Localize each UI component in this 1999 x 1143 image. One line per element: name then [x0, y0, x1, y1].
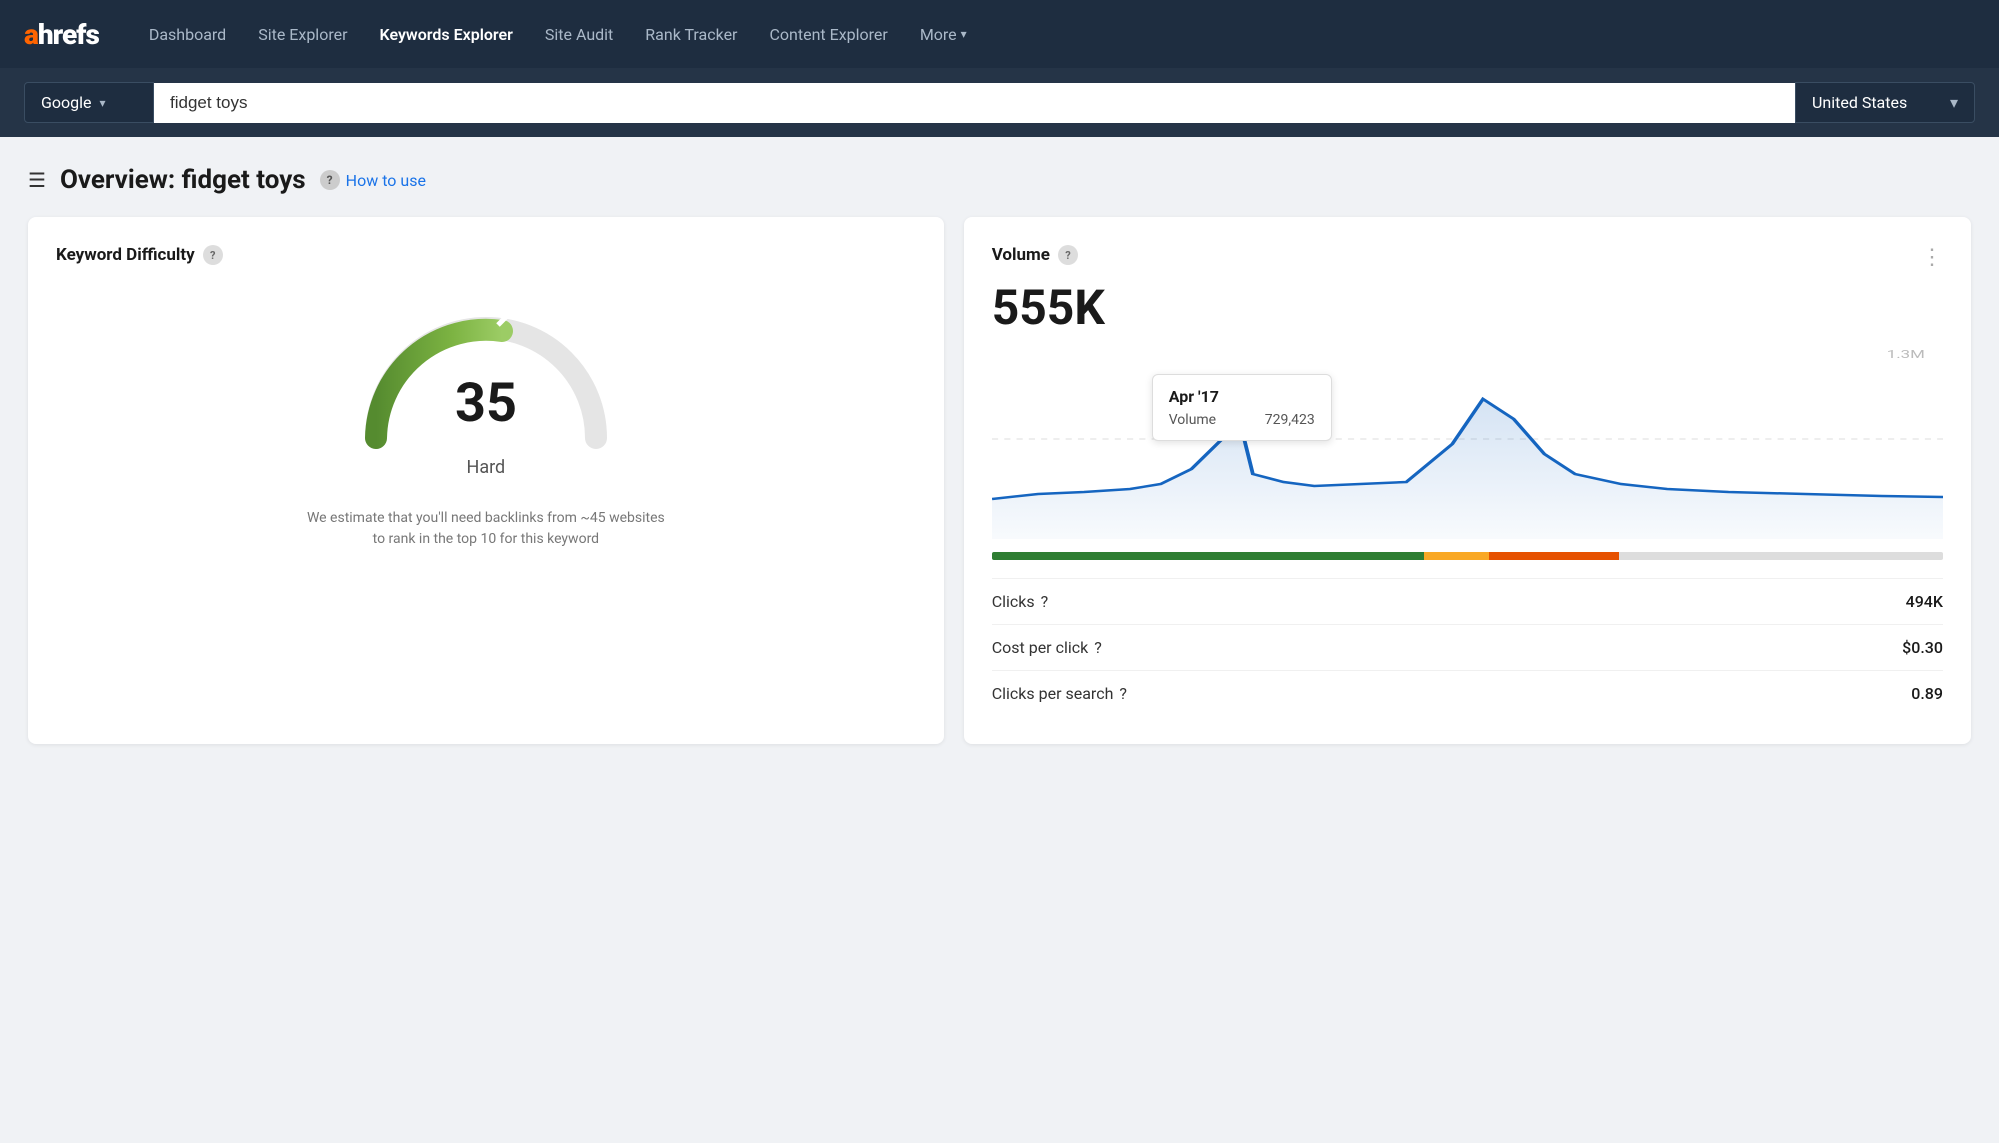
nav-links: Dashboard Site Explorer Keywords Explore…: [135, 17, 1975, 52]
tooltip-label: Volume: [1169, 412, 1216, 428]
volume-options-icon[interactable]: ⋮: [1921, 245, 1943, 270]
volume-chart: 1.3M: [992, 344, 1943, 544]
kd-card: Keyword Difficulty ?: [28, 217, 944, 744]
nav-more-arrow-icon: ▾: [961, 27, 967, 41]
clicks-color-bar: [992, 552, 1943, 560]
volume-title-label: Volume: [992, 245, 1050, 265]
color-bar-orange: [1489, 552, 1619, 560]
cpc-help-icon[interactable]: ?: [1094, 638, 1102, 657]
nav-item-dashboard[interactable]: Dashboard: [135, 17, 240, 52]
country-dropdown[interactable]: United States ▾: [1795, 82, 1975, 123]
cps-help-icon[interactable]: ?: [1119, 684, 1127, 703]
search-engine-dropdown[interactable]: Google ▾: [24, 82, 154, 123]
how-to-use-label: How to use: [346, 171, 426, 190]
how-to-use-question-icon: ?: [320, 170, 340, 190]
kd-card-title: Keyword Difficulty ?: [56, 245, 916, 265]
cpc-label: Cost per click ?: [992, 638, 1102, 657]
nav-item-site-audit[interactable]: Site Audit: [531, 17, 627, 52]
cpc-value: $0.30: [1902, 638, 1943, 657]
nav-item-site-explorer[interactable]: Site Explorer: [244, 17, 361, 52]
metric-row-clicks: Clicks ? 494K: [992, 578, 1943, 624]
metric-row-cpc: Cost per click ? $0.30: [992, 624, 1943, 670]
nav-more-label: More: [920, 25, 957, 44]
clicks-help-icon[interactable]: ?: [1041, 592, 1049, 611]
cps-value: 0.89: [1911, 684, 1943, 703]
overview-header: ☰ Overview: fidget toys ? How to use: [28, 165, 1971, 195]
search-bar: Google ▾ United States ▾: [0, 68, 1999, 137]
metric-row-cps: Clicks per search ? 0.89: [992, 670, 1943, 716]
nav-item-rank-tracker[interactable]: Rank Tracker: [631, 17, 751, 52]
clicks-label: Clicks ?: [992, 592, 1049, 611]
page-content: ☰ Overview: fidget toys ? How to use Key…: [0, 137, 1999, 772]
volume-help-icon[interactable]: ?: [1058, 245, 1078, 265]
search-input[interactable]: [154, 83, 1795, 123]
search-input-wrap: [154, 83, 1795, 123]
gauge-chart: 35: [346, 293, 626, 453]
nav-more-dropdown[interactable]: More ▾: [906, 17, 981, 52]
volume-card-title: Volume ?: [992, 245, 1078, 265]
volume-card: Volume ? ⋮ 555K 1.3M: [964, 217, 1971, 744]
color-bar-gray: [1619, 552, 1943, 560]
cps-label: Clicks per search ?: [992, 684, 1127, 703]
volume-chart-wrap: 1.3M: [992, 344, 1943, 544]
tooltip-row: Volume 729,423: [1169, 412, 1315, 428]
country-label: United States: [1812, 93, 1907, 112]
tooltip-value: 729,423: [1265, 412, 1315, 428]
how-to-use-button[interactable]: ? How to use: [320, 170, 426, 190]
svg-text:35: 35: [455, 372, 517, 435]
kd-help-icon[interactable]: ?: [203, 245, 223, 265]
color-bar-yellow: [1424, 552, 1489, 560]
kd-description: We estimate that you'll need backlinks f…: [56, 508, 916, 550]
color-bar-green: [992, 552, 1424, 560]
search-engine-label: Google: [41, 93, 92, 112]
search-engine-arrow-icon: ▾: [100, 96, 106, 110]
svg-text:1.3M: 1.3M: [1886, 349, 1924, 361]
volume-header: Volume ? ⋮: [992, 245, 1943, 273]
clicks-value: 494K: [1906, 592, 1943, 611]
gauge-wrap: 35 Hard: [56, 273, 916, 488]
tooltip-date: Apr '17: [1169, 387, 1315, 406]
overview-title: Overview: fidget toys: [60, 165, 306, 195]
country-arrow-icon: ▾: [1950, 93, 1958, 112]
sidebar-toggle-icon[interactable]: ☰: [28, 168, 46, 192]
nav-item-content-explorer[interactable]: Content Explorer: [755, 17, 901, 52]
volume-value: 555K: [992, 279, 1943, 336]
logo[interactable]: ahrefs: [24, 18, 99, 51]
nav-item-keywords-explorer[interactable]: Keywords Explorer: [366, 17, 527, 52]
navigation: ahrefs Dashboard Site Explorer Keywords …: [0, 0, 1999, 68]
cards-row: Keyword Difficulty ?: [28, 217, 1971, 744]
chart-tooltip: Apr '17 Volume 729,423: [1152, 374, 1332, 441]
kd-score-label: Hard: [466, 457, 505, 478]
kd-title-label: Keyword Difficulty: [56, 245, 195, 265]
